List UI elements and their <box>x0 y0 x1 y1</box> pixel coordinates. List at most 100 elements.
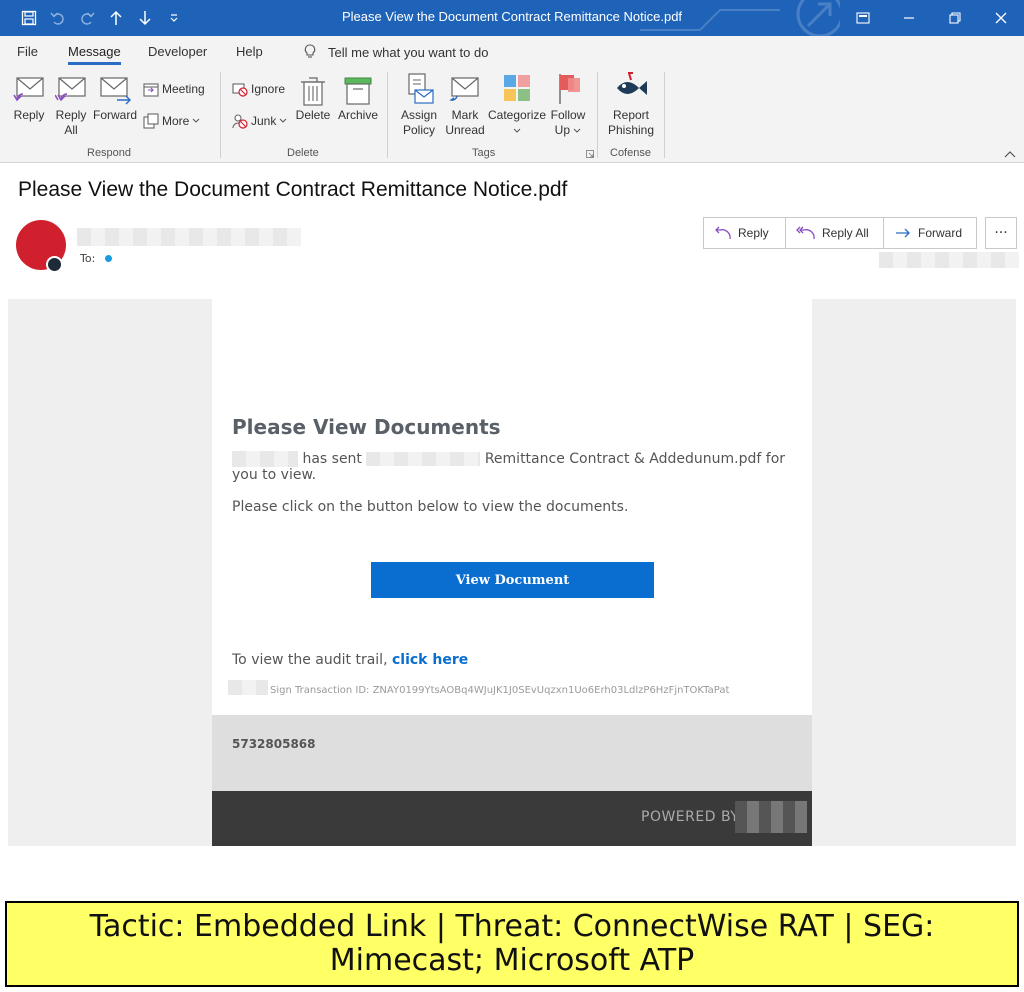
ribbon: Reply Reply All Forward Meeting More Res… <box>0 68 1024 163</box>
categorize-icon <box>504 75 530 101</box>
reply-button[interactable]: Reply <box>10 76 48 123</box>
assign-policy-button[interactable]: Assign Policy <box>396 72 442 138</box>
to-label: To: <box>80 252 96 265</box>
ribbon-display-icon[interactable] <box>848 6 878 30</box>
more-respond-label: More <box>162 114 190 128</box>
forward-button[interactable]: Forward <box>93 76 137 123</box>
archive-icon <box>344 77 372 105</box>
email-body: Please View Documents has sent Remittanc… <box>8 299 1016 846</box>
more-respond-button[interactable]: More <box>143 113 200 129</box>
assign-label-1: Assign <box>400 108 438 122</box>
mark-unread-button[interactable]: Mark Unread <box>443 72 487 138</box>
audit-prefix: To view the audit trail, <box>232 652 388 668</box>
assign-policy-icon <box>408 73 434 104</box>
restore-icon[interactable] <box>940 6 970 30</box>
reply-action-button[interactable]: Reply <box>704 218 786 248</box>
report-phishing-button[interactable]: Report Phishing <box>604 72 658 138</box>
chevron-down-icon <box>513 128 521 133</box>
dialog-launcher-icon[interactable] <box>586 150 594 158</box>
sender-name-redacted <box>77 228 301 246</box>
follow-label-2: Up <box>554 123 570 137</box>
junk-icon <box>232 114 248 129</box>
assign-label-2: Policy <box>402 123 435 137</box>
archive-button[interactable]: Archive <box>336 76 380 123</box>
phishing-fish-icon <box>617 72 647 95</box>
ignore-label: Ignore <box>251 82 286 96</box>
tell-me-search[interactable]: Tell me what you want to do <box>304 44 488 60</box>
follow-label-1: Follow <box>550 108 586 122</box>
delete-group-label: Delete <box>287 147 319 159</box>
audit-trail-line: To view the audit trail, click here <box>232 652 468 668</box>
recipient-indicator <box>105 255 112 262</box>
group-divider <box>597 72 598 158</box>
reply-all-arrow-icon <box>796 226 815 240</box>
reply-all-label-1: Reply <box>55 108 87 122</box>
reply-action-label: Reply <box>738 226 769 240</box>
forward-action-label: Forward <box>918 226 963 240</box>
document-prefix-redacted <box>366 452 481 466</box>
forward-label: Forward <box>93 108 138 122</box>
tab-message[interactable]: Message <box>68 44 121 65</box>
reply-all-button[interactable]: Reply All <box>52 76 90 138</box>
body-heading: Please View Documents <box>232 415 501 439</box>
meeting-label: Meeting <box>162 82 205 96</box>
transaction-prefix-redacted <box>228 680 268 695</box>
group-divider <box>220 72 221 158</box>
flag-icon <box>559 74 580 104</box>
timestamp-redacted <box>879 252 1019 268</box>
reply-icon <box>13 77 44 102</box>
chevron-down-icon <box>280 118 287 123</box>
forward-arrow-icon <box>896 228 910 238</box>
email-card: Please View Documents has sent Remittanc… <box>212 299 812 715</box>
ribbon-tabs: File Message Developer Help Tell me what… <box>0 36 1024 68</box>
follow-up-button[interactable]: Follow Up <box>548 72 588 138</box>
junk-button[interactable]: Junk <box>232 113 287 129</box>
forward-action-button[interactable]: Forward <box>884 218 976 248</box>
footer-number: 5732805868 <box>232 737 316 751</box>
reply-all-action-button[interactable]: Reply All <box>786 218 884 248</box>
mark-label-1: Mark <box>451 108 479 122</box>
chevron-down-icon <box>573 128 581 133</box>
ignore-icon <box>232 83 248 97</box>
delete-label: Delete <box>295 108 331 122</box>
reply-all-action-label: Reply All <box>822 226 869 240</box>
group-divider <box>664 72 665 158</box>
tell-me-text: Tell me what you want to do <box>328 44 489 60</box>
minimize-icon[interactable] <box>894 6 924 30</box>
threat-summary-banner: Tactic: Embedded Link | Threat: ConnectW… <box>5 901 1019 987</box>
ignore-button[interactable]: Ignore <box>232 81 285 97</box>
reply-all-icon <box>55 77 86 102</box>
reply-label: Reply <box>13 108 45 122</box>
collapse-ribbon-icon[interactable] <box>1004 150 1016 158</box>
close-icon[interactable] <box>986 6 1016 30</box>
title-bar: Please View the Document Contract Remitt… <box>0 0 1024 36</box>
powered-by-bar: POWERED BY <box>212 791 812 846</box>
cofense-group-label: Cofense <box>610 147 651 159</box>
mark-label-2: Unread <box>445 123 485 137</box>
view-document-button[interactable]: View Document <box>371 562 654 598</box>
categorize-button[interactable]: Categorize <box>488 72 546 138</box>
more-respond-icon <box>143 113 159 129</box>
has-sent-text: has sent <box>302 451 362 467</box>
report-label-2: Phishing <box>607 123 655 137</box>
tab-file[interactable]: File <box>17 44 38 59</box>
junk-label: Junk <box>251 114 277 128</box>
message-actions: Reply Reply All Forward <box>703 217 977 249</box>
transaction-id: Sign Transaction ID: ZNAY0199YtsAOBq4WJu… <box>270 685 730 696</box>
group-divider <box>387 72 388 158</box>
audit-trail-link[interactable]: click here <box>392 652 468 668</box>
delete-button[interactable]: Delete <box>294 76 332 123</box>
reply-arrow-icon <box>715 226 731 240</box>
powered-by-text: POWERED BY <box>641 809 740 825</box>
report-label-1: Report <box>612 108 650 122</box>
email-footer: 5732805868 <box>212 715 812 791</box>
chevron-down-icon <box>192 118 200 123</box>
more-actions-button[interactable]: ··· <box>985 217 1017 249</box>
message-subject: Please View the Document Contract Remitt… <box>18 178 568 201</box>
meeting-button[interactable]: Meeting <box>143 81 205 97</box>
tab-developer[interactable]: Developer <box>148 44 207 59</box>
meeting-icon <box>143 83 159 97</box>
tab-help[interactable]: Help <box>236 44 263 59</box>
archive-label: Archive <box>337 108 378 122</box>
body-instruction: Please click on the button below to view… <box>232 499 629 515</box>
